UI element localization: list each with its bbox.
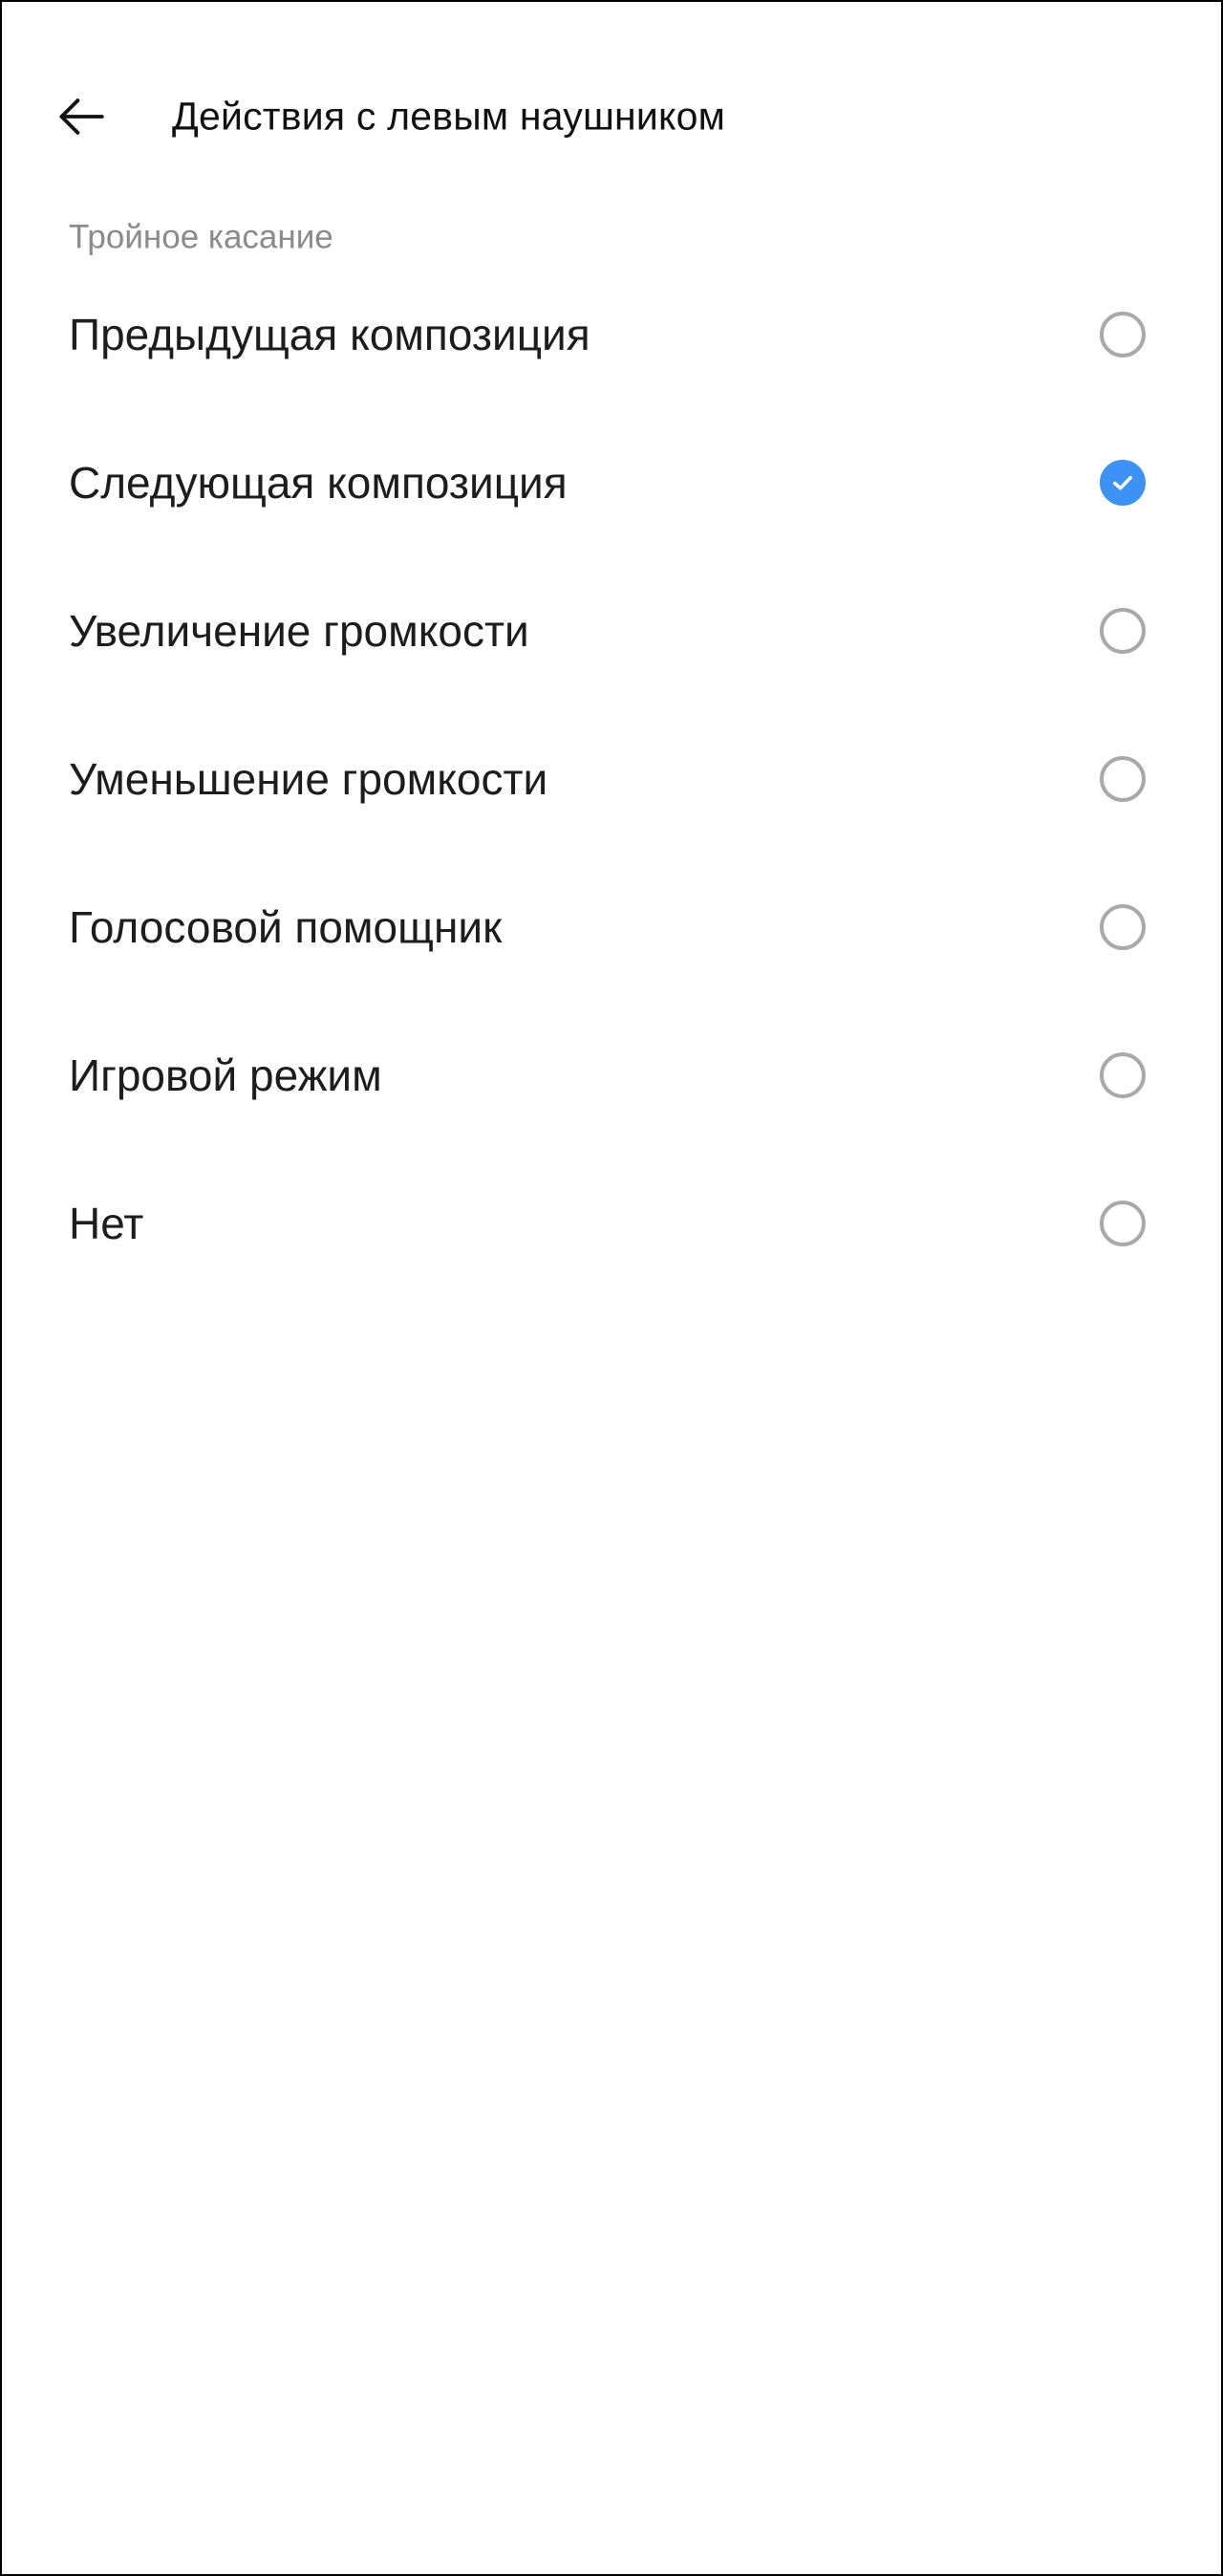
- radio-button[interactable]: [1100, 607, 1146, 654]
- option-label: Нет: [69, 1198, 144, 1248]
- option-voice-assistant[interactable]: Голосовой помощник: [2, 853, 1221, 1001]
- section-header-triple-tap: Тройное касание: [69, 218, 333, 256]
- option-next-track[interactable]: Следующая композиция: [2, 408, 1221, 556]
- app-bar: Действия с левым наушником: [2, 2, 1221, 231]
- back-button[interactable]: [50, 78, 113, 155]
- radio-button[interactable]: [1100, 1051, 1146, 1098]
- radio-button[interactable]: [1100, 311, 1146, 357]
- page-title: Действия с левым наушником: [172, 94, 725, 139]
- radio-button[interactable]: [1100, 459, 1146, 506]
- radio-button[interactable]: [1100, 903, 1146, 950]
- option-label: Голосовой помощник: [69, 901, 503, 952]
- option-game-mode[interactable]: Игровой режим: [2, 1001, 1221, 1149]
- check-icon: [1113, 475, 1132, 490]
- option-volume-down[interactable]: Уменьшение громкости: [2, 704, 1221, 853]
- action-options-list: Предыдущая композиция Следующая композиц…: [2, 260, 1221, 1297]
- option-label: Следующая композиция: [69, 457, 568, 508]
- radio-button[interactable]: [1100, 755, 1146, 802]
- option-label: Увеличение громкости: [69, 605, 529, 656]
- option-previous-track[interactable]: Предыдущая композиция: [2, 260, 1221, 408]
- radio-button[interactable]: [1100, 1200, 1146, 1246]
- option-none[interactable]: Нет: [2, 1149, 1221, 1297]
- back-arrow-icon: [59, 98, 104, 135]
- option-label: Уменьшение громкости: [69, 753, 548, 804]
- option-label: Предыдущая композиция: [69, 309, 590, 359]
- option-volume-up[interactable]: Увеличение громкости: [2, 556, 1221, 704]
- option-label: Игровой режим: [69, 1050, 382, 1100]
